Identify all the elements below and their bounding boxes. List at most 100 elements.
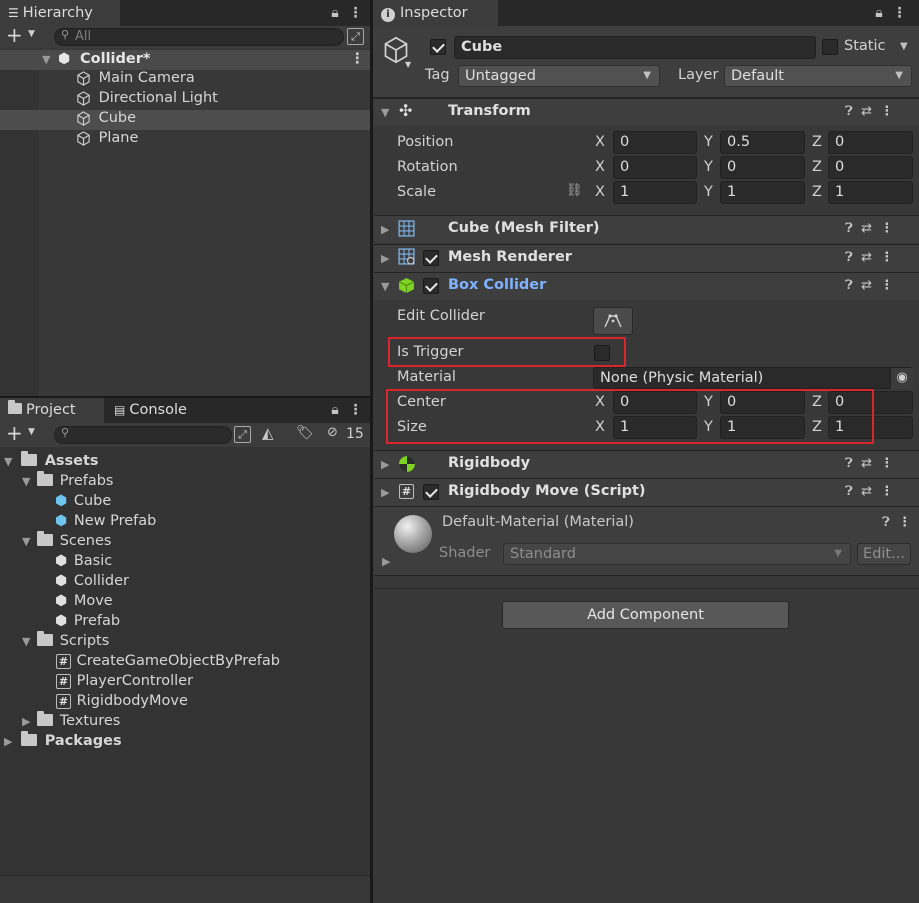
tree-prefabs[interactable]: ▼ Prefabs	[22, 470, 114, 489]
position-y-field[interactable]: 0.5	[720, 131, 805, 154]
expand-arrow-icon[interactable]: ▼	[42, 53, 50, 66]
presets-icon[interactable]: ⇄	[861, 278, 872, 293]
more-icon[interactable]: ⋮	[880, 484, 893, 499]
presets-icon[interactable]: ⇄	[861, 250, 872, 265]
material-object-field[interactable]: None (Physic Material)	[593, 367, 913, 389]
tree-scenes[interactable]: ▼ Scenes	[22, 530, 111, 549]
hierarchy-item-cube[interactable]: Cube	[76, 110, 136, 130]
foldout-collapsed-icon[interactable]: ▶	[381, 458, 389, 471]
filter-by-type-icon[interactable]: ◭	[262, 424, 274, 442]
layer-dropdown[interactable]: Default ▼	[724, 65, 912, 87]
more-icon[interactable]: ⋮	[880, 104, 893, 119]
lock-icon[interactable]: 🔒︎	[327, 0, 343, 26]
shader-edit-button[interactable]: Edit...	[857, 543, 911, 565]
tree-scripts[interactable]: ▼ Scripts	[22, 630, 109, 649]
project-search-field[interactable]: ⚲	[54, 426, 232, 444]
expand-arrow-icon[interactable]: ▼	[22, 475, 30, 488]
hierarchy-item-plane[interactable]: Plane	[76, 130, 138, 150]
lock-icon[interactable]: 🔒︎	[871, 0, 887, 26]
tree-script-player[interactable]: # PlayerController	[56, 673, 193, 689]
expand-arrow-icon[interactable]: ▶	[4, 735, 12, 748]
expand-arrow-icon[interactable]: ▶	[22, 715, 30, 728]
presets-icon[interactable]: ⇄	[861, 104, 872, 119]
expand-arrow-icon[interactable]: ▼	[22, 535, 30, 548]
position-x-field[interactable]: 0	[613, 131, 697, 154]
hierarchy-search-input[interactable]: All	[75, 29, 91, 44]
edit-collider-button[interactable]	[593, 307, 633, 335]
tree-assets[interactable]: ▼ Assets	[4, 450, 99, 469]
project-tab[interactable]: Project	[0, 398, 104, 423]
help-icon[interactable]: ❓︎	[845, 250, 853, 265]
help-icon[interactable]: ❓︎	[882, 515, 890, 530]
chevron-down-icon[interactable]: ▼	[28, 29, 35, 39]
help-icon[interactable]: ❓︎	[845, 278, 853, 293]
add-icon[interactable]: +	[6, 23, 23, 47]
more-icon[interactable]: ⋮	[880, 250, 893, 265]
rotation-z-field[interactable]: 0	[828, 156, 913, 179]
presets-icon[interactable]: ⇄	[861, 484, 872, 499]
rotation-x-field[interactable]: 0	[613, 156, 697, 179]
position-z-field[interactable]: 0	[828, 131, 913, 154]
box-collider-enabled-checkbox[interactable]	[423, 278, 439, 294]
hierarchy-search-field[interactable]: ⚲ All	[54, 28, 344, 46]
tree-scene-collider[interactable]: ⬢ Collider	[55, 573, 129, 589]
scene-visibility-icon[interactable]: ⤢	[347, 28, 364, 45]
foldout-collapsed-icon[interactable]: ▶	[381, 252, 389, 265]
rotation-y-field[interactable]: 0	[720, 156, 805, 179]
mesh-renderer-enabled-checkbox[interactable]	[423, 250, 439, 266]
hidden-packages-icon[interactable]: ⊘	[327, 425, 338, 440]
hierarchy-item-directional-light[interactable]: Directional Light	[76, 90, 218, 110]
tree-prefab-new-prefab[interactable]: ⬢ New Prefab	[55, 513, 156, 529]
chevron-down-icon[interactable]: ▼	[28, 427, 35, 437]
foldout-collapsed-icon[interactable]: ▶	[381, 486, 389, 499]
scene-more-icon[interactable]: ⋮	[350, 51, 365, 67]
more-icon[interactable]: ⋮	[347, 398, 363, 423]
foldout-collapsed-icon[interactable]: ▶	[381, 223, 389, 236]
icon-dropdown-icon[interactable]: ▼	[405, 60, 411, 69]
constrain-proportions-icon[interactable]: ⛓︎	[566, 183, 583, 198]
lock-icon[interactable]: 🔒︎	[327, 398, 343, 423]
hierarchy-item-main-camera[interactable]: Main Camera	[76, 70, 195, 90]
more-icon[interactable]: ⋮	[880, 221, 893, 236]
foldout-expanded-icon[interactable]: ▼	[381, 280, 389, 293]
search-scope-icon[interactable]: ⤢	[234, 426, 251, 443]
tree-scene-prefab[interactable]: ⬢ Prefab	[55, 613, 120, 629]
static-checkbox[interactable]	[822, 39, 838, 55]
filter-by-label-icon[interactable]: 🏷︎	[296, 425, 314, 441]
add-icon[interactable]: +	[6, 421, 23, 445]
tree-script-create[interactable]: # CreateGameObjectByPrefab	[56, 653, 280, 669]
more-icon[interactable]: ⋮	[880, 456, 893, 471]
rigidbody-move-enabled-checkbox[interactable]	[423, 484, 439, 500]
tree-textures[interactable]: ▶ Textures	[22, 710, 120, 729]
more-icon[interactable]: ⋮	[880, 278, 893, 293]
more-icon[interactable]: ⋮	[898, 515, 911, 530]
more-icon[interactable]: ⋮	[891, 0, 907, 26]
inspector-tab[interactable]: i Inspector	[373, 0, 498, 26]
scale-y-field[interactable]: 1	[720, 181, 805, 204]
scale-z-field[interactable]: 1	[828, 181, 913, 204]
presets-icon[interactable]: ⇄	[861, 456, 872, 471]
help-icon[interactable]: ❓︎	[845, 221, 853, 236]
console-tab[interactable]: ▤ Console	[106, 398, 206, 423]
shader-dropdown[interactable]: Standard ▼	[503, 543, 851, 565]
tree-scene-basic[interactable]: ⬢ Basic	[55, 553, 112, 569]
tree-packages[interactable]: ▶ Packages	[4, 730, 122, 749]
tree-scene-move[interactable]: ⬢ Move	[55, 593, 113, 609]
more-icon[interactable]: ⋮	[347, 0, 363, 26]
presets-icon[interactable]: ⇄	[861, 221, 872, 236]
active-checkbox[interactable]	[430, 39, 446, 55]
expand-arrow-icon[interactable]: ▼	[22, 635, 30, 648]
add-component-button[interactable]: Add Component	[502, 601, 789, 629]
tree-script-rigidbody[interactable]: # RigidbodyMove	[56, 693, 188, 709]
scene-row[interactable]: ▼ ⬢ Collider* ⋮	[0, 50, 370, 70]
object-picker-icon[interactable]: ◉	[890, 368, 913, 389]
tree-prefab-cube[interactable]: ⬢ Cube	[55, 493, 111, 509]
expand-arrow-icon[interactable]: ▼	[4, 455, 12, 468]
static-dropdown-icon[interactable]: ▼	[900, 41, 908, 52]
foldout-collapsed-icon[interactable]: ▶	[382, 555, 390, 568]
object-name-field[interactable]: Cube	[454, 36, 816, 59]
help-icon[interactable]: ❓︎	[845, 456, 853, 471]
help-icon[interactable]: ❓︎	[845, 484, 853, 499]
help-icon[interactable]: ❓︎	[845, 104, 853, 119]
foldout-expanded-icon[interactable]: ▼	[381, 106, 389, 119]
